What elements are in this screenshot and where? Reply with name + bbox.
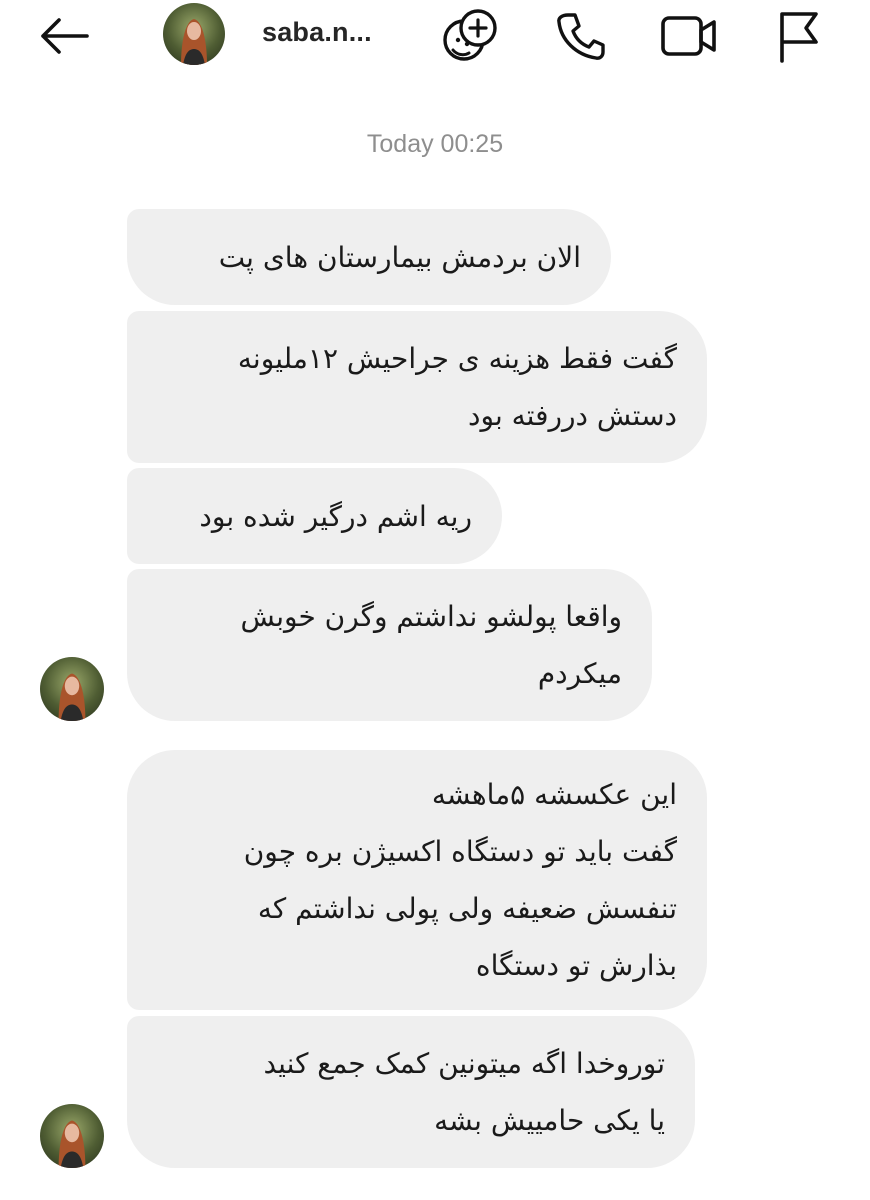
message-text: دستش دررفته بود: [468, 399, 677, 432]
sender-avatar[interactable]: [40, 657, 104, 721]
message-text: گفت باید تو دستگاه اکسیژن بره چون: [243, 835, 677, 868]
message-text: ریه اشم درگیر شده بود: [199, 499, 472, 533]
effects-button[interactable]: [438, 6, 504, 66]
avatar[interactable]: [163, 3, 225, 65]
message-text: توروخدا اگه میتونین کمک جمع کنید: [263, 1047, 665, 1080]
message-text: این عکسشه ۵ماهشه: [431, 778, 677, 811]
message-text: بذارش تو دستگاه: [475, 949, 677, 982]
message-bubble[interactable]: توروخدا اگه میتونین کمک جمع کنید یا یکی …: [127, 1016, 695, 1168]
chat-header: saba.n...: [0, 0, 870, 80]
flag-icon: [780, 12, 818, 63]
username[interactable]: saba.n...: [262, 17, 372, 48]
phone-icon: [557, 13, 605, 60]
message-bubble[interactable]: واقعا پولشو نداشتم وگرن خوبش میکردم: [127, 569, 652, 721]
message-bubble[interactable]: الان بردمش بیمارستان های پت: [127, 209, 611, 305]
message-bubble[interactable]: ریه اشم درگیر شده بود: [127, 468, 502, 564]
sender-avatar[interactable]: [40, 1104, 104, 1168]
message-text: گفت فقط هزینه ی جراحیش ۱۲ملیونه: [237, 342, 677, 375]
back-button[interactable]: [30, 10, 96, 62]
report-button[interactable]: [768, 6, 828, 66]
message-bubble[interactable]: گفت فقط هزینه ی جراحیش ۱۲ملیونه دستش درر…: [127, 311, 707, 463]
arrow-left-icon: [41, 18, 89, 54]
video-camera-icon: [661, 16, 716, 56]
video-call-button[interactable]: [656, 6, 722, 66]
sticker-smiley-plus-icon: [443, 9, 497, 61]
message-text: تنفسش ضعیفه ولی پولی نداشتم که: [257, 892, 677, 925]
message-timestamp: Today 00:25: [366, 130, 504, 158]
message-text: الان بردمش بیمارستان های پت: [218, 240, 581, 274]
message-text: یا یکی حامییش بشه: [434, 1104, 665, 1137]
message-text: میکردم: [537, 657, 622, 690]
message-text: واقعا پولشو نداشتم وگرن خوبش: [240, 600, 623, 633]
audio-call-button[interactable]: [550, 6, 610, 66]
message-bubble[interactable]: این عکسشه ۵ماهشه گفت باید تو دستگاه اکسی…: [127, 750, 707, 1010]
